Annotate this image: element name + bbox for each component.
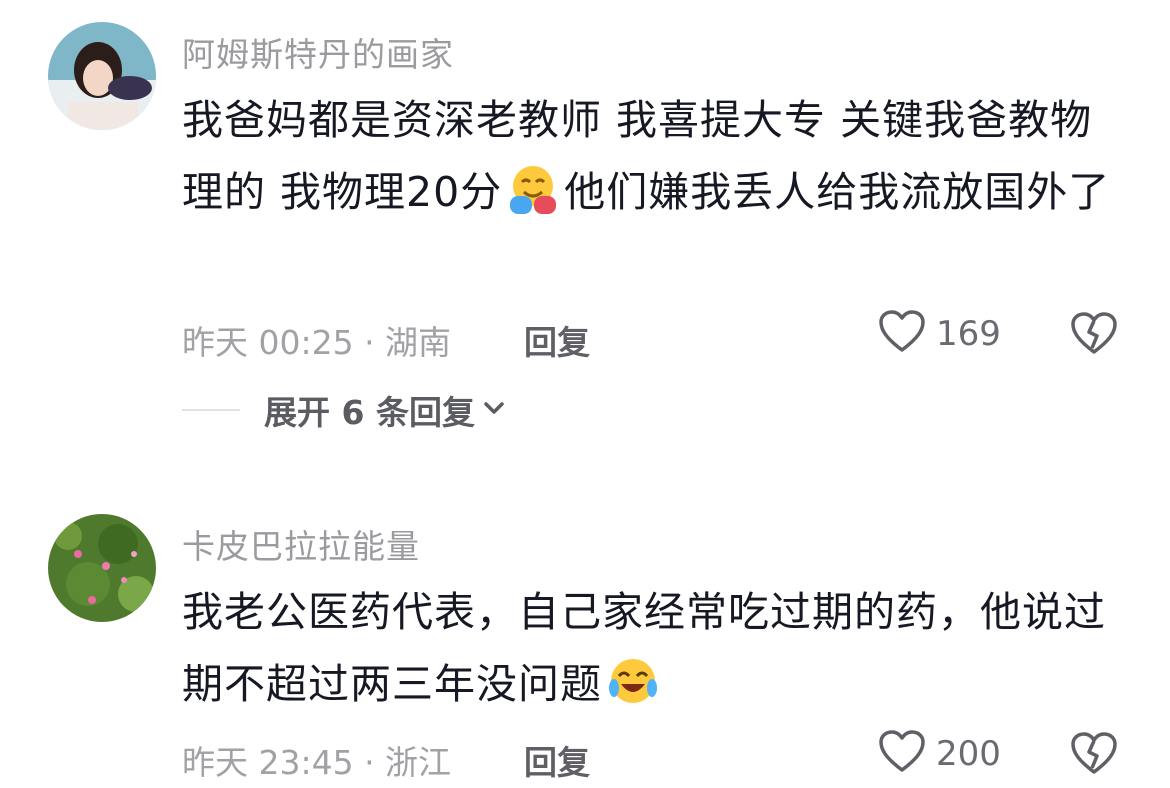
hugging-face-emoji-icon: [506, 162, 560, 216]
broken-heart-icon: [1070, 732, 1118, 780]
expand-replies-label: 展开 6 条回复: [264, 393, 475, 432]
avatar[interactable]: [48, 514, 156, 622]
comment-text: 我爸妈都是资深老教师 我喜提大专 关键我爸教物理的 我物理20分 他们嫌我丢人给…: [182, 84, 1122, 228]
like-button[interactable]: 169: [878, 310, 1001, 358]
comment-text-part: 他们嫌我丢人给我流放国外了: [564, 168, 1111, 216]
broken-heart-icon: [1070, 312, 1118, 360]
crying-laughing-emoji-icon: [606, 654, 660, 708]
comment-1: 阿姆斯特丹的画家 我爸妈都是资深老教师 我喜提大专 关键我爸教物理的 我物理20…: [0, 0, 1170, 380]
comment-2: 卡皮巴拉拉能量 我老公医药代表，自己家经常吃过期的药，他说过期不超过两三年没问题…: [0, 500, 1170, 788]
comment-meta: 昨天 00:25 · 湖南: [182, 323, 452, 362]
heart-icon: [878, 730, 926, 778]
username[interactable]: 卡皮巴拉拉能量: [182, 520, 420, 568]
heart-icon: [878, 310, 926, 358]
like-button[interactable]: 200: [878, 730, 1001, 778]
divider-line: [182, 409, 240, 411]
comment-meta: 昨天 23:45 · 浙江: [182, 743, 452, 782]
comment-text: 我老公医药代表，自己家经常吃过期的药，他说过期不超过两三年没问题: [182, 576, 1122, 720]
dislike-button[interactable]: [1070, 732, 1118, 780]
reply-button[interactable]: 回复: [524, 316, 590, 364]
like-count: 169: [936, 314, 1001, 354]
reply-button[interactable]: 回复: [524, 736, 590, 784]
chevron-down-icon: [481, 398, 507, 422]
expand-replies-button[interactable]: 展开 6 条回复: [182, 386, 507, 434]
avatar[interactable]: [48, 22, 156, 130]
dislike-button[interactable]: [1070, 312, 1118, 360]
like-count: 200: [936, 734, 1001, 774]
username[interactable]: 阿姆斯特丹的画家: [182, 28, 454, 76]
